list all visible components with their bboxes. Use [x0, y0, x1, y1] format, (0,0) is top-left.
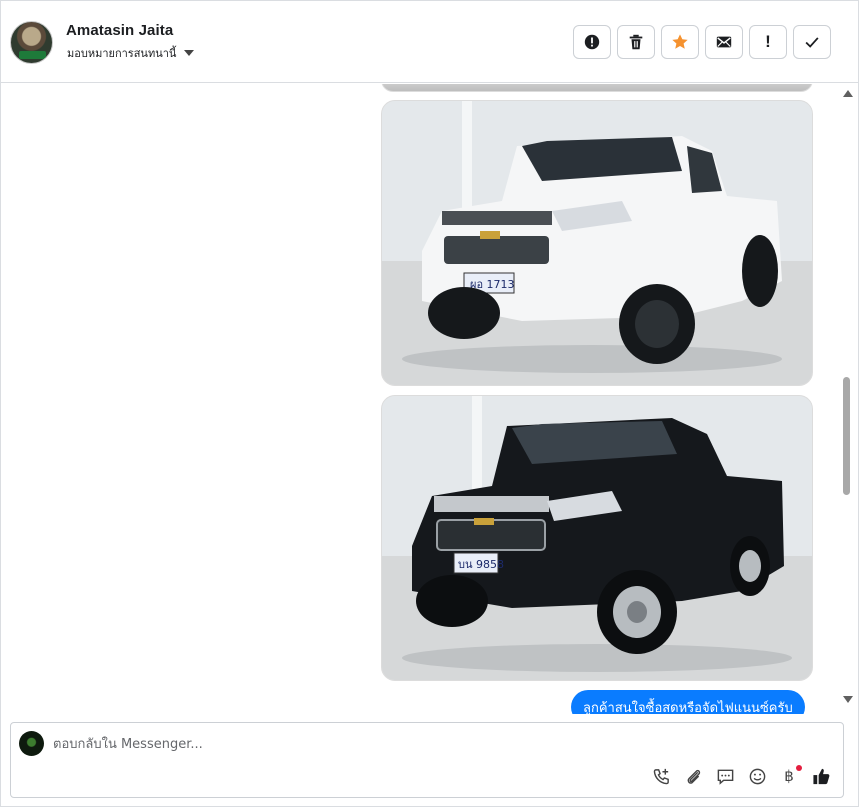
call-button[interactable]	[651, 765, 671, 787]
check-icon	[805, 37, 819, 48]
thumbs-up-icon	[812, 768, 829, 784]
outgoing-message-bubble[interactable]: ลูกค้าสนใจซื้อสดหรือจัดไฟแนนซ์ครับ	[571, 690, 805, 714]
payment-button[interactable]: ฿	[779, 765, 802, 787]
star-button[interactable]	[661, 25, 699, 59]
report-spam-button[interactable]	[573, 25, 611, 59]
paperclip-icon	[687, 769, 700, 784]
svg-text:บน 9858: บน 9858	[458, 558, 504, 571]
like-button[interactable]	[811, 765, 831, 787]
header-actions: !	[573, 25, 831, 59]
mark-done-button[interactable]	[793, 25, 831, 59]
attach-file-button[interactable]	[683, 765, 703, 787]
page-avatar	[19, 731, 44, 756]
caret-down-icon	[184, 50, 195, 56]
emoji-icon	[749, 768, 765, 784]
white-truck-illustration: ผอ 1713	[382, 101, 812, 385]
scroll-thumb[interactable]	[843, 377, 850, 495]
follow-up-button[interactable]: !	[749, 25, 787, 59]
star-icon	[672, 34, 688, 49]
black-pickup-truck-photo[interactable]: บน 9858	[381, 395, 813, 681]
envelope-icon	[716, 36, 732, 48]
trash-icon	[629, 34, 643, 50]
contact-avatar[interactable]	[10, 21, 53, 64]
saved-replies-button[interactable]	[715, 765, 735, 787]
saved-replies-icon	[717, 769, 733, 785]
delete-button[interactable]	[617, 25, 655, 59]
phone-plus-icon	[653, 768, 669, 784]
previous-photo-attachment[interactable]	[381, 84, 813, 92]
white-pickup-truck-photo[interactable]: ผอ 1713	[381, 100, 813, 386]
assign-label: มอบหมายการสนทนานี้	[67, 47, 177, 60]
conversation-header: Amatasin Jaita มอบหมายการสนทนานี้ !	[1, 1, 858, 83]
black-truck-illustration: บน 9858	[382, 396, 812, 680]
baht-icon: ฿	[784, 767, 794, 785]
assign-conversation-dropdown[interactable]: มอบหมายการสนทนานี้	[67, 44, 195, 62]
message-thread[interactable]: ผอ 1713 บน 9858 ลูกค้าสนใจซื้อสดหรือจัดไ…	[1, 84, 858, 714]
thread-scrollbar[interactable]	[838, 84, 856, 714]
emoji-button[interactable]	[747, 765, 767, 787]
scroll-up-arrow-icon[interactable]	[843, 90, 853, 97]
alert-circle-icon	[584, 34, 600, 50]
scroll-down-arrow-icon[interactable]	[843, 696, 853, 703]
mark-unread-button[interactable]	[705, 25, 743, 59]
contact-name[interactable]: Amatasin Jaita	[66, 22, 173, 39]
messenger-conversation-window: Amatasin Jaita มอบหมายการสนทนานี้ ! ผอ 1…	[0, 0, 859, 807]
notification-dot	[796, 765, 802, 771]
avatar-badge	[19, 51, 46, 59]
reply-composer: ฿	[10, 722, 844, 798]
reply-input[interactable]	[53, 733, 653, 755]
exclamation-icon: !	[765, 32, 771, 51]
composer-tools: ฿	[651, 765, 831, 787]
